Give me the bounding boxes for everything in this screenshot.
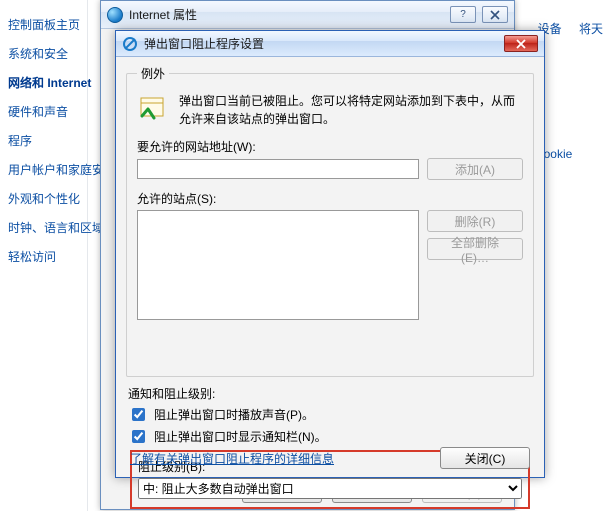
globe-icon [107, 7, 123, 23]
show-bar-checkbox-row[interactable]: 阻止弹出窗口时显示通知栏(N)。 [128, 427, 532, 446]
dialog2-footer: 了解有关弹出窗口阻止程序的详细信息 关闭(C) [116, 447, 544, 469]
dialog2-body: 例外 弹出窗口当前已被阻止。您可以将特定网站添加到下表中，从而允许来自该站点的弹… [116, 57, 544, 477]
hint-row: 弹出窗口当前已被阻止。您可以将特定网站添加到下表中，从而允许来自该站点的弹出窗口… [137, 88, 523, 136]
allowed-sites-listbox[interactable] [137, 210, 419, 320]
close-dialog-button[interactable]: 关闭(C) [440, 447, 530, 469]
hint-icon [137, 92, 169, 124]
exceptions-group: 例外 弹出窗口当前已被阻止。您可以将特定网站添加到下表中，从而允许来自该站点的弹… [126, 65, 534, 377]
control-panel-sidebar: 控制面板主页 系统和安全 网络和 Internet 硬件和声音 程序 用户帐户和… [0, 0, 88, 511]
exceptions-legend: 例外 [137, 65, 169, 82]
cp-item-network[interactable]: 网络和 Internet [6, 68, 87, 97]
cp-item-users[interactable]: 用户帐户和家庭安 [6, 155, 87, 184]
cp-item-system[interactable]: 系统和安全 [6, 39, 87, 68]
play-sound-checkbox[interactable] [132, 408, 145, 421]
dialog2-titlebar: 弹出窗口阻止程序设置 [116, 31, 544, 57]
dialog2-title: 弹出窗口阻止程序设置 [144, 35, 498, 52]
block-level-select[interactable]: 中: 阻止大多数自动弹出窗口 [138, 478, 522, 499]
cp-item-hardware[interactable]: 硬件和声音 [6, 97, 87, 126]
cp-item-ease[interactable]: 轻松访问 [6, 242, 87, 271]
link-b[interactable]: 将天 [579, 22, 603, 36]
link-cookie[interactable]: cookie [538, 147, 603, 161]
play-sound-label: 阻止弹出窗口时播放声音(P)。 [154, 406, 314, 423]
remove-all-button[interactable]: 全部删除(E)… [427, 238, 523, 260]
add-button[interactable]: 添加(A) [427, 158, 523, 180]
dialog1-title: Internet 属性 [129, 6, 444, 23]
notification-level-label: 通知和阻止级别: [128, 385, 532, 402]
show-bar-checkbox[interactable] [132, 430, 145, 443]
close-button[interactable] [504, 35, 538, 52]
show-bar-label: 阻止弹出窗口时显示通知栏(N)。 [154, 428, 327, 445]
close-button-icon[interactable] [482, 6, 508, 23]
popup-blocker-dialog: 弹出窗口阻止程序设置 例外 弹出窗口当前已被阻止。您可以将特定网站添加到下表中，… [115, 30, 545, 478]
cp-item-programs[interactable]: 程序 [6, 126, 87, 155]
cp-item-home[interactable]: 控制面板主页 [6, 10, 87, 39]
learn-more-link[interactable]: 了解有关弹出窗口阻止程序的详细信息 [130, 450, 334, 467]
play-sound-checkbox-row[interactable]: 阻止弹出窗口时播放声音(P)。 [128, 405, 532, 424]
cp-item-appearance[interactable]: 外观和个性化 [6, 184, 87, 213]
privacy-icon [122, 36, 138, 52]
hint-text: 弹出窗口当前已被阻止。您可以将特定网站添加到下表中，从而允许来自该站点的弹出窗口… [179, 92, 523, 128]
remove-button[interactable]: 删除(R) [427, 210, 523, 232]
dialog1-titlebar: Internet 属性 ? [101, 1, 514, 29]
cp-item-clock[interactable]: 时钟、语言和区域 [6, 213, 87, 242]
address-label: 要允许的网站地址(W): [137, 138, 523, 155]
help-button-icon[interactable]: ? [450, 6, 476, 23]
allowed-sites-label: 允许的站点(S): [137, 190, 523, 207]
address-input[interactable] [137, 159, 419, 179]
